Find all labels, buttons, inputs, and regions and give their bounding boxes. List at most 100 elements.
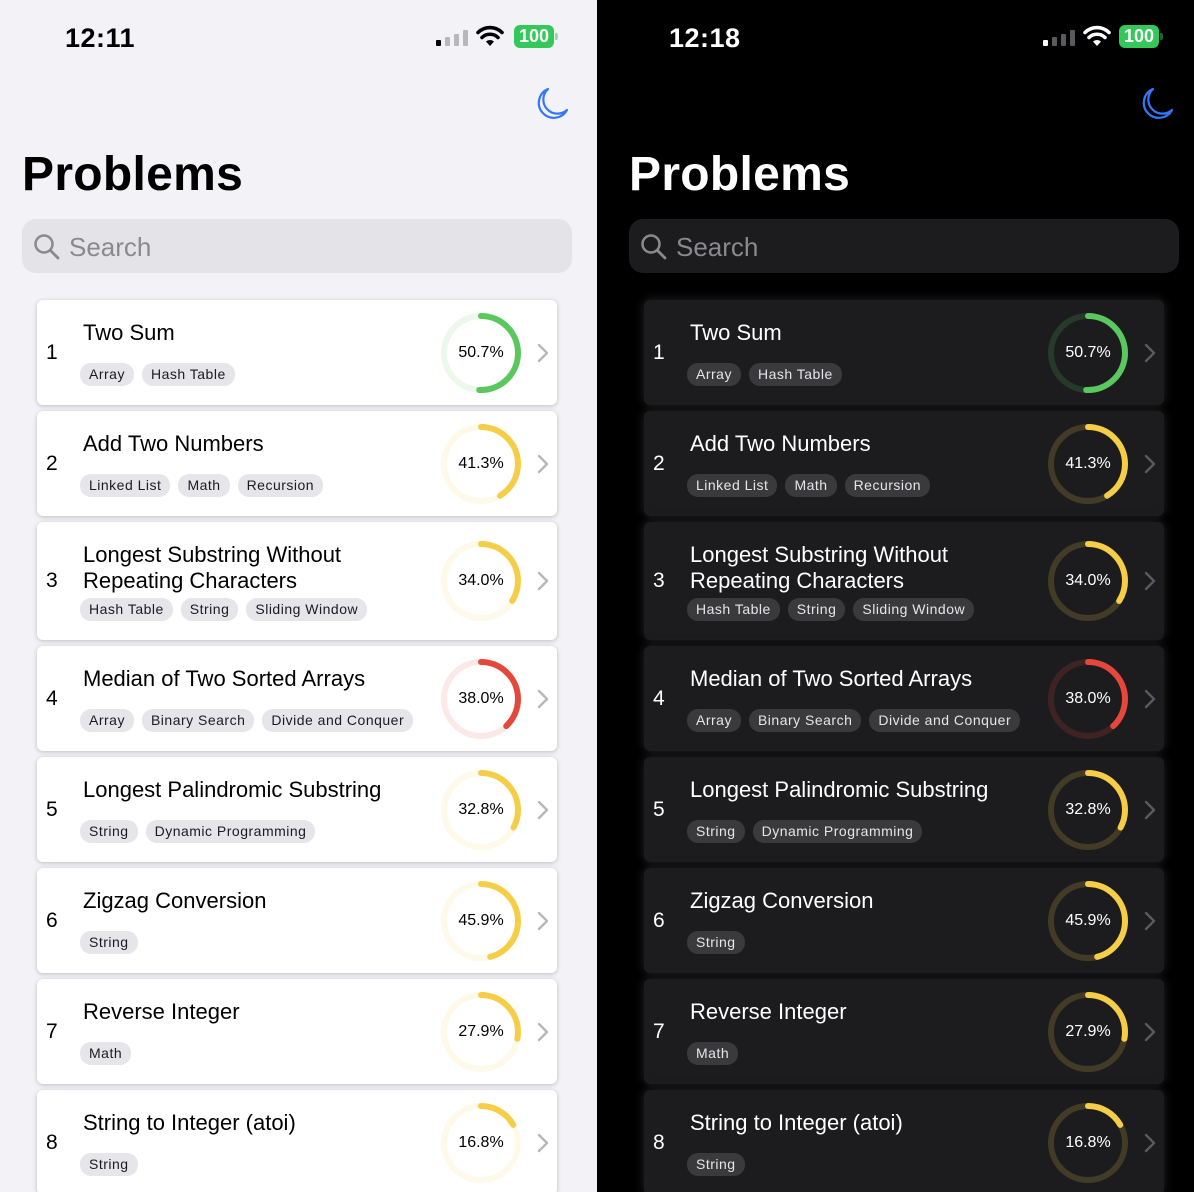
problem-title: String to Integer (atoi) — [83, 1110, 296, 1135]
moon-icon[interactable] — [533, 85, 571, 123]
problem-row[interactable]: 7 Reverse Integer Math 27.9% — [644, 979, 1164, 1084]
problem-row[interactable]: 3 Longest Substring Without Repeating Cha… — [644, 522, 1164, 640]
problem-title: Longest Substring Without Repeating Char… — [690, 542, 949, 593]
problem-number: 5 — [653, 797, 665, 821]
acceptance-ring: 32.8% — [1044, 766, 1132, 854]
acceptance-ring: 27.9% — [1044, 988, 1132, 1076]
topic-tag: String — [180, 598, 239, 621]
acceptance-rate: 27.9% — [1065, 1022, 1111, 1040]
problem-row[interactable]: 5 Longest Palindromic Substring String Dyna… — [37, 757, 557, 862]
problem-title: Median of Two Sorted Arrays — [690, 666, 973, 691]
problem-row[interactable]: 4 Median of Two Sorted Arrays Array Binary … — [37, 646, 557, 751]
acceptance-rate: 45.9% — [1065, 911, 1111, 929]
status-bar: 12:18 100 — [597, 20, 1194, 56]
battery-indicator: 100 — [514, 25, 558, 48]
problem-title: Zigzag Conversion — [690, 888, 874, 913]
problem-title: Two Sum — [690, 320, 782, 345]
problem-row[interactable]: 8 String to Integer (atoi) String 16.8% — [644, 1090, 1164, 1192]
topic-tag: String — [687, 931, 745, 954]
problem-number: 8 — [653, 1130, 665, 1154]
problem-row[interactable]: 6 Zigzag Conversion String 45.9% — [37, 868, 557, 973]
problem-number: 6 — [653, 908, 665, 932]
problem-number: 1 — [653, 340, 665, 364]
topic-tag: Recursion — [237, 474, 324, 497]
problem-row[interactable]: 2 Add Two Numbers Linked List Math Recursion… — [37, 411, 557, 516]
wifi-icon — [1083, 25, 1111, 46]
chevron-right-icon — [537, 911, 549, 930]
moon-icon[interactable] — [1138, 85, 1176, 123]
acceptance-rate: 50.7% — [1065, 343, 1111, 361]
chevron-right-icon — [1144, 454, 1156, 473]
topic-tag: Sliding Window — [853, 598, 975, 621]
tag-list: Linked List Math Recursion — [687, 474, 931, 497]
tag-list: Math — [80, 1042, 132, 1065]
dark-mode-screen: 12:18 100 Problems Search 1 Two Sum Array H… — [597, 0, 1194, 1192]
problem-row[interactable]: 5 Longest Palindromic Substring String Dyna… — [644, 757, 1164, 862]
search-icon — [34, 234, 60, 260]
topic-tag: Binary Search — [748, 709, 862, 732]
acceptance-ring: 41.3% — [437, 420, 525, 508]
problem-title: Median of Two Sorted Arrays — [83, 666, 366, 691]
topic-tag: Divide and Conquer — [262, 709, 414, 732]
battery-indicator: 100 — [1119, 25, 1163, 48]
tag-list: Hash Table String Sliding Window — [80, 598, 368, 621]
acceptance-rate: 41.3% — [458, 454, 504, 472]
acceptance-ring: 38.0% — [437, 655, 525, 743]
acceptance-rate: 27.9% — [458, 1022, 504, 1040]
chevron-right-icon — [537, 689, 549, 708]
tag-list: String — [687, 1153, 745, 1176]
tag-list: String — [80, 931, 138, 954]
problem-number: 4 — [46, 686, 58, 710]
tag-list: Math — [687, 1042, 739, 1065]
acceptance-ring: 50.7% — [1044, 309, 1132, 397]
acceptance-rate: 38.0% — [1065, 689, 1111, 707]
tag-list: Array Binary Search Divide and Conquer — [687, 709, 1021, 732]
acceptance-ring: 38.0% — [1044, 655, 1132, 743]
topic-tag: Array — [687, 709, 741, 732]
topic-tag: String — [687, 1153, 745, 1176]
problem-row[interactable]: 2 Add Two Numbers Linked List Math Recursion… — [644, 411, 1164, 516]
chevron-right-icon — [537, 454, 549, 473]
problem-number: 2 — [46, 451, 58, 475]
problem-row[interactable]: 1 Two Sum Array Hash Table 50.7% — [37, 300, 557, 405]
topic-tag: Binary Search — [141, 709, 255, 732]
topic-tag: String — [80, 820, 138, 843]
chevron-right-icon — [1144, 571, 1156, 591]
problem-row[interactable]: 6 Zigzag Conversion String 45.9% — [644, 868, 1164, 973]
acceptance-rate: 41.3% — [1065, 454, 1111, 472]
tag-list: Array Binary Search Divide and Conquer — [80, 709, 414, 732]
acceptance-ring: 16.8% — [437, 1099, 525, 1187]
light-mode-screen: 12:11 100 Problems Search 1 Two Sum Array H… — [0, 0, 597, 1192]
problem-title: Zigzag Conversion — [83, 888, 267, 913]
search-placeholder: Search — [69, 232, 152, 262]
problem-title: Longest Palindromic Substring — [83, 777, 382, 802]
acceptance-ring: 27.9% — [437, 988, 525, 1076]
acceptance-ring: 50.7% — [437, 309, 525, 397]
topic-tag: String — [787, 598, 846, 621]
search-field[interactable]: Search — [629, 219, 1179, 273]
problem-row[interactable]: 3 Longest Substring Without Repeating Cha… — [37, 522, 557, 640]
problem-number: 6 — [46, 908, 58, 932]
search-field[interactable]: Search — [22, 219, 572, 273]
search-placeholder: Search — [676, 232, 759, 262]
tag-list: Array Hash Table — [687, 363, 842, 386]
problem-number: 3 — [653, 569, 665, 592]
acceptance-rate: 32.8% — [1065, 800, 1111, 818]
tag-list: Linked List Math Recursion — [80, 474, 324, 497]
chevron-right-icon — [1144, 911, 1156, 930]
topic-tag: String — [80, 931, 138, 954]
acceptance-rate: 45.9% — [458, 911, 504, 929]
acceptance-ring: 16.8% — [1044, 1099, 1132, 1187]
topic-tag: Math — [687, 1042, 739, 1065]
topic-tag: Linked List — [687, 474, 778, 497]
chevron-right-icon — [1144, 800, 1156, 819]
status-time: 12:11 — [65, 23, 136, 53]
acceptance-rate: 16.8% — [1065, 1133, 1111, 1151]
topic-tag: Array — [80, 363, 134, 386]
problem-row[interactable]: 4 Median of Two Sorted Arrays Array Binary … — [644, 646, 1164, 751]
topic-tag: Array — [687, 363, 741, 386]
topic-tag: Hash Table — [80, 598, 173, 621]
problem-row[interactable]: 8 String to Integer (atoi) String 16.8% — [37, 1090, 557, 1192]
problem-row[interactable]: 1 Two Sum Array Hash Table 50.7% — [644, 300, 1164, 405]
problem-row[interactable]: 7 Reverse Integer Math 27.9% — [37, 979, 557, 1084]
